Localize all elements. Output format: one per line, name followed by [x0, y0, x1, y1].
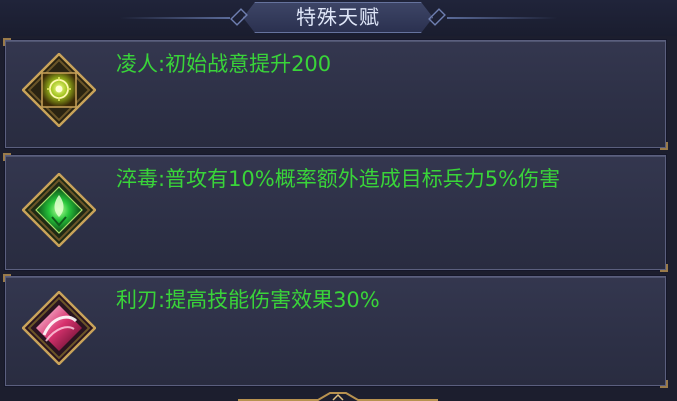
talent-description-2: 淬毒:普攻有10%概率额外造成目标兵力5%伤害	[116, 167, 561, 191]
green-poison-gem-icon	[22, 173, 96, 247]
golden-glow-rune-icon	[22, 53, 96, 127]
header-divider-right	[447, 17, 557, 19]
talent-panel-3: 利刃:提高技能伤害效果30%	[3, 274, 668, 388]
talent-panel-2: 淬毒:普攻有10%概率额外造成目标兵力5%伤害	[3, 153, 668, 272]
header-bar: 特殊天赋	[0, 0, 677, 36]
crimson-blade-swirl-icon	[22, 291, 96, 365]
talent-description-3: 利刃:提高技能伤害效果30%	[116, 288, 380, 312]
talent-panel-1: 凌人:初始战意提升200	[3, 38, 668, 150]
talent-description-1: 凌人:初始战意提升200	[116, 52, 332, 76]
page-title: 特殊天赋	[296, 5, 380, 29]
header-divider-left	[120, 17, 230, 19]
bottom-ornament	[238, 392, 438, 401]
